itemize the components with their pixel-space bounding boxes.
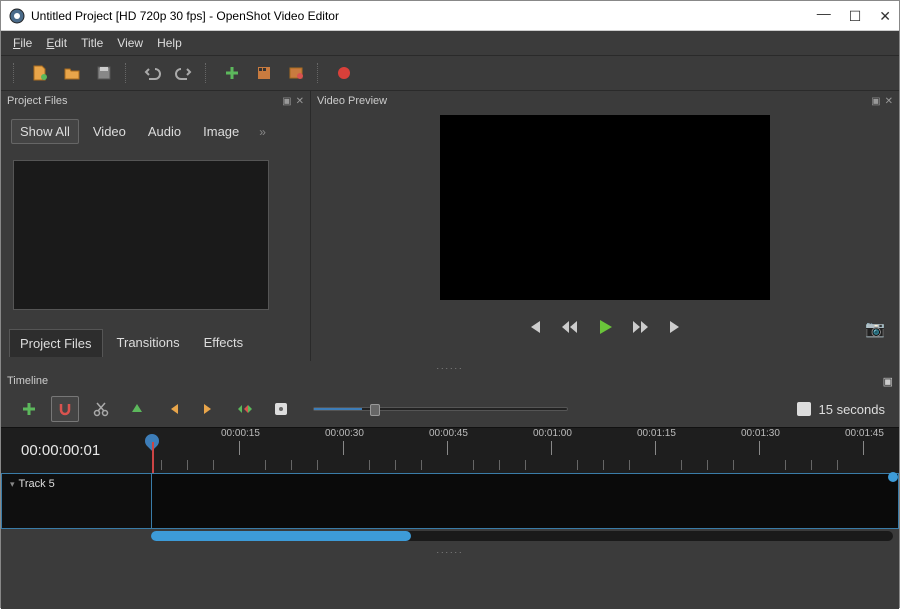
ruler-tick: 00:01:00	[533, 428, 572, 455]
horizontal-scrollbar[interactable]	[151, 531, 893, 541]
center-playhead-button[interactable]	[231, 396, 259, 422]
zoom-indicator-icon	[797, 402, 811, 416]
timecode-display[interactable]: 00:00:00:01	[1, 428, 151, 473]
menu-bar: File Edit Title View Help	[1, 31, 899, 55]
open-project-button[interactable]	[61, 62, 83, 84]
ruler-tick: 00:00:45	[429, 428, 468, 455]
menu-help[interactable]: Help	[157, 36, 182, 50]
main-toolbar	[1, 55, 899, 91]
filter-image[interactable]: Image	[195, 120, 247, 143]
filter-more-icon[interactable]: »	[259, 125, 266, 139]
filter-audio[interactable]: Audio	[140, 120, 189, 143]
snapshot-icon[interactable]: 📷	[865, 319, 885, 339]
toolbar-separator	[125, 63, 131, 83]
save-project-button[interactable]	[93, 62, 115, 84]
profile-button[interactable]	[253, 62, 275, 84]
ruler-tick: 00:01:45	[845, 428, 884, 455]
undo-button[interactable]	[141, 62, 163, 84]
panel-close-icon[interactable]: ✕	[885, 96, 893, 107]
marker-button[interactable]	[123, 396, 151, 422]
tab-effects[interactable]: Effects	[194, 329, 254, 357]
panel-detach-icon[interactable]: ▣	[282, 96, 291, 107]
scrollbar-thumb[interactable]	[151, 531, 411, 541]
fast-forward-button[interactable]	[632, 318, 650, 336]
razor-button[interactable]	[87, 396, 115, 422]
ruler-tick: 00:00:15	[221, 428, 260, 455]
filter-tabs: Show All Video Audio Image »	[1, 111, 310, 152]
track-name: Track 5	[19, 478, 55, 490]
toolbar-separator	[13, 63, 19, 83]
menu-title[interactable]: Title	[81, 36, 103, 50]
video-preview-title: Video Preview	[317, 95, 387, 107]
ruler-tick: 00:01:30	[741, 428, 780, 455]
zoom-slider-handle[interactable]	[370, 404, 380, 416]
title-bar: Untitled Project [HD 720p 30 fps] - Open…	[1, 1, 899, 31]
panel-resize-handle[interactable]: ......	[1, 545, 899, 555]
track-lane[interactable]	[151, 473, 899, 529]
add-track-button[interactable]	[15, 396, 43, 422]
next-marker-button[interactable]	[195, 396, 223, 422]
timeline-toolbar: 15 seconds	[1, 391, 899, 427]
fullscreen-button[interactable]	[285, 62, 307, 84]
filter-show-all[interactable]: Show All	[11, 119, 79, 144]
window-title: Untitled Project [HD 720p 30 fps] - Open…	[31, 9, 817, 23]
filter-video[interactable]: Video	[85, 120, 134, 143]
timeline-ruler[interactable]: 00:00:15 00:00:30 00:00:45 00:01:00 00:01:15…	[151, 428, 899, 473]
project-files-area[interactable]	[13, 160, 269, 310]
panel-detach-icon[interactable]: ▣	[871, 96, 880, 107]
close-button[interactable]: ✕	[879, 10, 891, 22]
play-button[interactable]	[596, 318, 614, 336]
timeline-settings-button[interactable]	[267, 396, 295, 422]
jump-end-button[interactable]	[668, 318, 686, 336]
minimize-button[interactable]: —	[817, 7, 831, 19]
maximize-button[interactable]: ☐	[849, 10, 862, 22]
panel-detach-icon[interactable]: ▣	[883, 375, 893, 388]
prev-marker-button[interactable]	[159, 396, 187, 422]
jump-start-button[interactable]	[524, 318, 542, 336]
vertical-scrollbar[interactable]	[888, 472, 898, 482]
panel-resize-handle[interactable]: ......	[1, 361, 899, 371]
timeline-title: Timeline	[7, 375, 48, 387]
toolbar-separator	[205, 63, 211, 83]
export-button[interactable]	[333, 62, 355, 84]
menu-edit[interactable]: Edit	[46, 36, 67, 50]
zoom-label: 15 seconds	[819, 402, 886, 417]
panel-close-icon[interactable]: ✕	[296, 96, 304, 107]
track-collapse-icon[interactable]: ▾	[10, 479, 15, 489]
snap-button[interactable]	[51, 396, 79, 422]
ruler-tick: 00:01:15	[637, 428, 676, 455]
toolbar-separator	[317, 63, 323, 83]
import-files-button[interactable]	[221, 62, 243, 84]
track-header[interactable]: ▾ Track 5	[1, 473, 151, 529]
video-preview-canvas	[440, 115, 770, 300]
tab-project-files[interactable]: Project Files	[9, 329, 103, 357]
zoom-slider[interactable]	[313, 407, 568, 411]
new-project-button[interactable]	[29, 62, 51, 84]
redo-button[interactable]	[173, 62, 195, 84]
project-files-title: Project Files	[7, 95, 68, 107]
menu-view[interactable]: View	[117, 36, 143, 50]
app-logo-icon	[9, 8, 25, 24]
tab-transitions[interactable]: Transitions	[107, 329, 190, 357]
rewind-button[interactable]	[560, 318, 578, 336]
ruler-tick: 00:00:30	[325, 428, 364, 455]
menu-file[interactable]: File	[13, 36, 32, 50]
